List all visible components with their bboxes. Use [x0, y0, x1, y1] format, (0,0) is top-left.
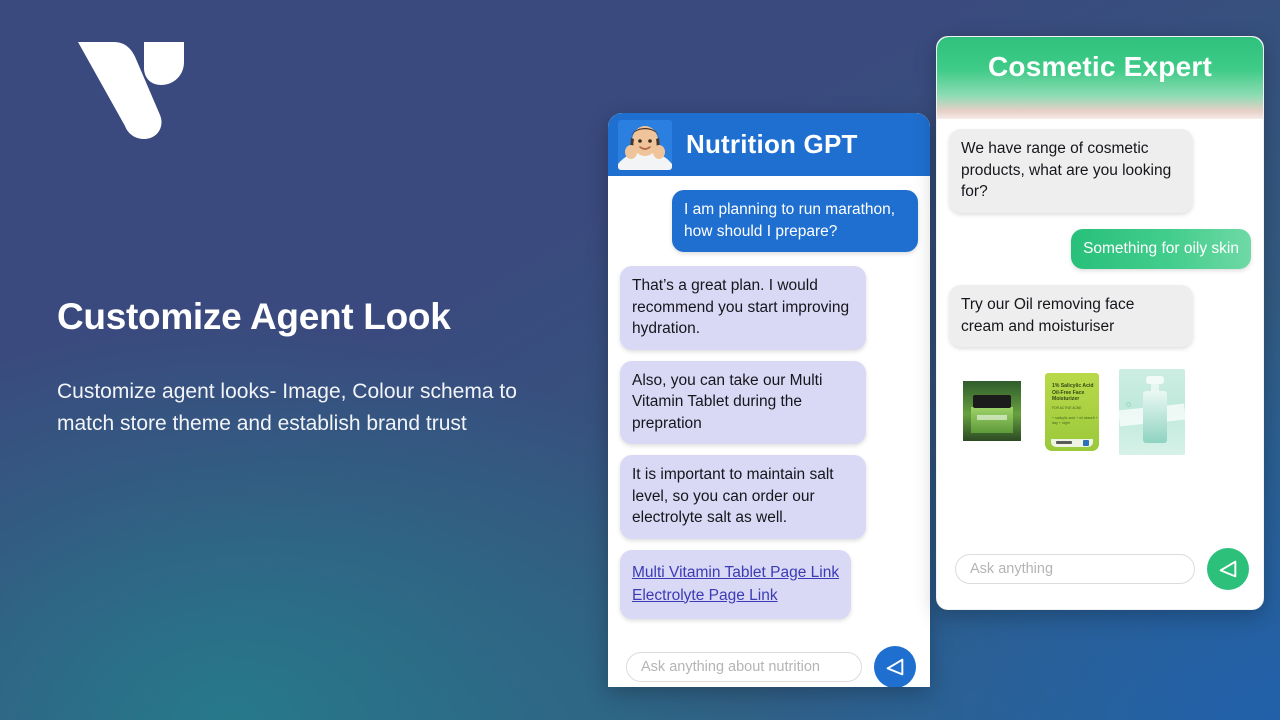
chat-message-bot: Try our Oil removing face cream and mois…: [949, 285, 1193, 347]
cosmetic-panel-title: Cosmetic Expert: [988, 51, 1212, 82]
product-label-subtitle: FOR ACTIVE ACNE: [1052, 406, 1082, 410]
cosmetic-message-list: We have range of cosmetic products, what…: [937, 119, 1263, 529]
send-triangle-icon: [886, 658, 904, 675]
link-multi-vitamin-tablet-page[interactable]: Multi Vitamin Tablet Page Link: [632, 561, 839, 584]
chat-message-bot: That’s a great plan. I would recommend y…: [620, 266, 866, 350]
send-triangle-icon: [1219, 560, 1237, 578]
cosmetic-composer: [937, 529, 1263, 609]
nutrition-panel-title: Nutrition GPT: [686, 129, 858, 159]
cosmetic-expert-panel: Cosmetic Expert We have range of cosmeti…: [936, 36, 1264, 610]
chat-message-user: I am planning to run marathon, how shoul…: [672, 190, 918, 252]
link-electrolyte-page[interactable]: Electrolyte Page Link: [632, 584, 839, 607]
chat-message-bot: Also, you can take our Multi Vitamin Tab…: [620, 360, 866, 444]
nutrition-chat-input[interactable]: [626, 651, 862, 682]
chat-message-bot: We have range of cosmetic products, what…: [949, 129, 1193, 213]
nutrition-composer: [608, 630, 930, 687]
chat-message-links: Multi Vitamin Tablet Page Link Electroly…: [620, 549, 852, 619]
v-logo-icon: [78, 42, 184, 139]
nutritionist-avatar: [618, 119, 672, 170]
product-card-salicylic-acid-moisturizer[interactable]: 1% Salicylic Acid Oil-Free Face Moisturi…: [1039, 369, 1105, 455]
cosmetic-send-button[interactable]: [1207, 548, 1249, 590]
product-recommendation-row: 1% Salicylic Acid Oil-Free Face Moisturi…: [949, 369, 1251, 455]
nutrition-gpt-panel: Nutrition GPT I am planning to run marat…: [608, 113, 930, 687]
brand-logo: [56, 34, 186, 144]
chat-message-bot: It is important to maintain salt level, …: [620, 455, 866, 539]
cosmetic-panel-header: Cosmetic Expert: [937, 37, 1263, 119]
product-card-teal-pump-bottle[interactable]: [1119, 369, 1185, 455]
page-subtitle: Customize agent looks- Image, Colour sch…: [57, 380, 517, 435]
product-label-bullets: + salicylic acid + oil absorb + day + ni…: [1052, 416, 1098, 426]
product-card-green-cream-jar[interactable]: [959, 369, 1025, 455]
cosmetic-chat-input[interactable]: [955, 554, 1195, 584]
product-label-title: 1% Salicylic Acid Oil-Free Face Moisturi…: [1052, 383, 1094, 403]
chat-message-user: Something for oily skin: [1071, 228, 1251, 269]
nutrition-panel-header: Nutrition GPT: [608, 113, 930, 176]
nutrition-message-list: I am planning to run marathon, how shoul…: [608, 176, 930, 630]
page-title: Customize Agent Look: [57, 296, 451, 337]
nutrition-send-button[interactable]: [874, 645, 916, 687]
